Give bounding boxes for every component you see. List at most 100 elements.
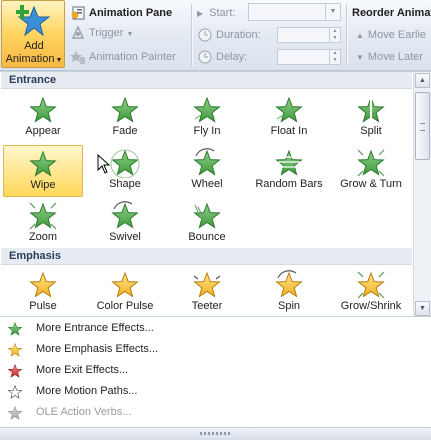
mouse-cursor-icon bbox=[97, 154, 111, 174]
star-spin-icon bbox=[275, 270, 303, 298]
menu-item-more-emphasis-effects[interactable]: More Emphasis Effects... bbox=[0, 339, 431, 360]
effect-tile-swivel[interactable]: Swivel bbox=[85, 198, 165, 250]
red-star-icon bbox=[7, 363, 23, 378]
duration-control: Duration: bbox=[197, 26, 261, 44]
star-zoom-icon bbox=[29, 202, 57, 230]
duration-spinner[interactable]: ▲ ▼ bbox=[277, 27, 341, 43]
move-later-arrow-icon: ▼ bbox=[356, 53, 364, 62]
menu-item-label: More Emphasis Effects... bbox=[36, 343, 159, 355]
star-fly-in-icon bbox=[193, 96, 221, 123]
effect-label: Teeter bbox=[191, 300, 223, 312]
effect-label: Float In bbox=[270, 125, 308, 137]
more-effects-menu: More Entrance Effects... More Emphasis Ef… bbox=[0, 316, 431, 428]
effect-tile-grow-turn[interactable]: Grow & Turn bbox=[331, 145, 411, 197]
effect-tile-wipe[interactable]: Wipe bbox=[3, 145, 83, 197]
move-earlier-label: Move Earlie bbox=[367, 29, 426, 42]
effect-label: Split bbox=[360, 125, 382, 137]
add-animation-label-line2: Animation bbox=[5, 53, 55, 65]
effect-tile-bounce[interactable]: Bounce bbox=[167, 198, 247, 250]
emphasis-section-header: Emphasis bbox=[1, 248, 412, 265]
trigger-button[interactable]: Trigger ▼ bbox=[70, 24, 133, 42]
star-shape-icon bbox=[110, 149, 140, 178]
star-bounce-icon bbox=[193, 202, 221, 229]
effect-label: Appear bbox=[25, 125, 61, 137]
animations-ribbon: Add Animation▼ Animation Pane Trigger ▼ A… bbox=[0, 0, 431, 71]
reorder-animation-label: Reorder Animati bbox=[352, 7, 431, 19]
trigger-label: Trigger bbox=[89, 27, 124, 40]
effect-tile-pulse[interactable]: Pulse bbox=[3, 267, 83, 317]
start-dropdown[interactable]: ▼ bbox=[248, 3, 341, 21]
duration-up-icon[interactable]: ▲ bbox=[330, 28, 340, 35]
move-later-button[interactable]: ▼ Move Later bbox=[356, 48, 423, 66]
effect-tile-teeter[interactable]: Teeter bbox=[167, 267, 247, 317]
menu-item-ole-action-verbs[interactable]: OLE Action Verbs... bbox=[0, 402, 431, 423]
effect-tile-float-in[interactable]: Float In bbox=[249, 92, 329, 144]
effect-label: Wipe bbox=[30, 179, 56, 191]
trigger-icon bbox=[71, 25, 85, 39]
effect-label: Spin bbox=[277, 300, 301, 312]
menu-item-more-motion-paths[interactable]: More Motion Paths... bbox=[0, 381, 431, 402]
star-appear-icon bbox=[29, 96, 57, 123]
star-split-icon bbox=[357, 96, 385, 124]
delay-spinner[interactable]: ▲ ▼ bbox=[277, 49, 341, 65]
effect-label: Wheel bbox=[191, 178, 223, 190]
scroll-up-icon[interactable]: ▲ bbox=[415, 73, 430, 88]
effect-tile-spin[interactable]: Spin bbox=[249, 267, 329, 317]
animation-painter-icon bbox=[70, 51, 85, 65]
move-earlier-button[interactable]: ▲ Move Earlie bbox=[356, 26, 426, 44]
effect-tile-color-pulse[interactable]: Color Pulse bbox=[85, 267, 165, 317]
star-swivel-icon bbox=[111, 201, 139, 229]
animation-painter-button[interactable]: Animation Painter bbox=[70, 48, 176, 66]
start-dropdown-arrow-icon[interactable]: ▼ bbox=[325, 4, 340, 20]
effect-tile-random-bars[interactable]: Random Bars bbox=[249, 145, 329, 197]
effect-label: Fade bbox=[112, 125, 138, 137]
delay-label: Delay: bbox=[216, 51, 248, 64]
scroll-down-icon[interactable]: ▼ bbox=[415, 301, 430, 316]
delay-down-icon[interactable]: ▼ bbox=[330, 57, 340, 64]
gallery-scrollbar[interactable]: ▲ ▼ bbox=[413, 72, 431, 317]
effect-tile-appear[interactable]: Appear bbox=[3, 92, 83, 144]
effect-label: Random Bars bbox=[255, 178, 323, 190]
start-control: ▶ Start: bbox=[197, 4, 235, 22]
effect-tile-zoom[interactable]: Zoom bbox=[3, 198, 83, 250]
effect-tile-grow-shrink[interactable]: Grow/Shrink bbox=[331, 267, 411, 317]
menu-item-more-entrance-effects[interactable]: More Entrance Effects... bbox=[0, 318, 431, 339]
effect-label: Color Pulse bbox=[96, 300, 154, 312]
scroll-thumb[interactable] bbox=[415, 92, 430, 160]
effect-label: Swivel bbox=[109, 231, 141, 243]
add-animation-star-icon bbox=[16, 5, 51, 37]
delay-up-icon[interactable]: ▲ bbox=[330, 50, 340, 57]
star-grow-turn-icon bbox=[357, 149, 385, 177]
effect-tile-fly-in[interactable]: Fly In bbox=[167, 92, 247, 144]
green-star-icon bbox=[7, 321, 23, 336]
menu-item-more-exit-effects[interactable]: More Exit Effects... bbox=[0, 360, 431, 381]
outline-star-icon bbox=[7, 384, 23, 399]
move-earlier-arrow-icon: ▲ bbox=[356, 31, 364, 40]
menu-item-label: More Exit Effects... bbox=[36, 364, 129, 376]
move-later-label: Move Later bbox=[367, 51, 423, 64]
animation-pane-label: Animation Pane bbox=[89, 7, 173, 20]
menu-item-label: OLE Action Verbs... bbox=[36, 406, 132, 418]
ribbon-separator bbox=[191, 4, 193, 66]
delay-control: Delay: bbox=[197, 48, 247, 66]
menu-item-label: More Motion Paths... bbox=[36, 385, 138, 397]
effect-label: Shape bbox=[109, 178, 141, 190]
resize-grip[interactable] bbox=[0, 427, 431, 440]
dropdown-arrow-icon: ▼ bbox=[55, 57, 63, 64]
star-pulse-icon bbox=[29, 271, 57, 298]
animation-pane-button[interactable]: Animation Pane bbox=[70, 4, 172, 22]
effect-label: Grow & Turn bbox=[340, 178, 402, 190]
star-color-pulse-icon bbox=[111, 271, 139, 298]
effect-label: Pulse bbox=[29, 300, 57, 312]
duration-down-icon[interactable]: ▼ bbox=[330, 35, 340, 42]
ribbon-separator bbox=[346, 4, 348, 66]
effect-tile-split[interactable]: Split bbox=[331, 92, 411, 144]
star-random-bars-icon bbox=[275, 149, 303, 176]
trigger-dropdown-icon: ▼ bbox=[126, 31, 134, 38]
add-animation-button[interactable]: Add Animation▼ bbox=[1, 0, 65, 68]
effect-tile-fade[interactable]: Fade bbox=[85, 92, 165, 144]
clock-icon bbox=[198, 28, 212, 42]
effect-tile-wheel[interactable]: Wheel bbox=[167, 145, 247, 197]
star-float-in-icon bbox=[275, 96, 303, 123]
gray-star-icon bbox=[7, 405, 23, 420]
